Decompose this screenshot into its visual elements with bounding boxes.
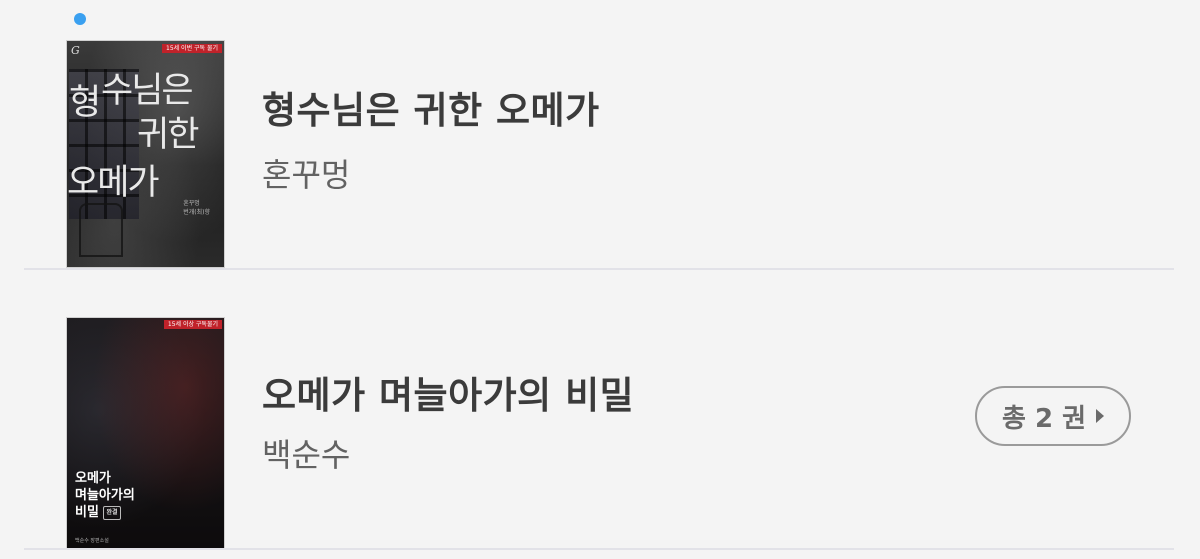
complete-tag: 완결 <box>103 505 121 520</box>
cover-title-part: 형 <box>69 83 101 123</box>
book-title[interactable]: 오메가 며늘아가의 비밀 <box>262 365 634 419</box>
volume-count-button[interactable]: 총 2 권 <box>975 386 1131 446</box>
cover-title-part: 수님은 <box>101 71 194 111</box>
age-rating-badge: 15세 이상 구독물기 <box>163 320 222 329</box>
cover-title: 오메가 며늘아가의 비밀 완결 <box>75 471 135 520</box>
book-cover-2[interactable]: 15세 이상 구독물기 오메가 며늘아가의 비밀 완결 백순수 장편소설 <box>67 318 224 548</box>
cover-author: 백순수 장편소설 <box>75 538 109 544</box>
book-cover-1[interactable]: G 15세 이번 구독 물기 형 수님은 귀한 오메가 혼꾸멍 번개(최)향 <box>67 41 224 267</box>
book-author: 백순수 <box>262 436 351 474</box>
divider <box>24 548 1174 550</box>
cover-title-part: 귀한 <box>137 115 199 155</box>
book-title[interactable]: 형수님은 귀한 오메가 <box>262 80 600 134</box>
publisher-logo: G <box>71 44 80 57</box>
age-rating-badge: 15세 이번 구독 물기 <box>162 44 222 53</box>
cover-title-part: 오메가 <box>67 163 160 203</box>
cover-author: 혼꾸멍 번개(최)향 <box>183 200 210 216</box>
chevron-right-icon <box>1096 409 1105 423</box>
book-author: 혼꾸멍 <box>262 156 351 194</box>
book-list-item[interactable]: G 15세 이번 구독 물기 형 수님은 귀한 오메가 혼꾸멍 번개(최)향 형… <box>0 0 1200 269</box>
volume-count-label: 총 2 권 <box>1001 403 1087 434</box>
